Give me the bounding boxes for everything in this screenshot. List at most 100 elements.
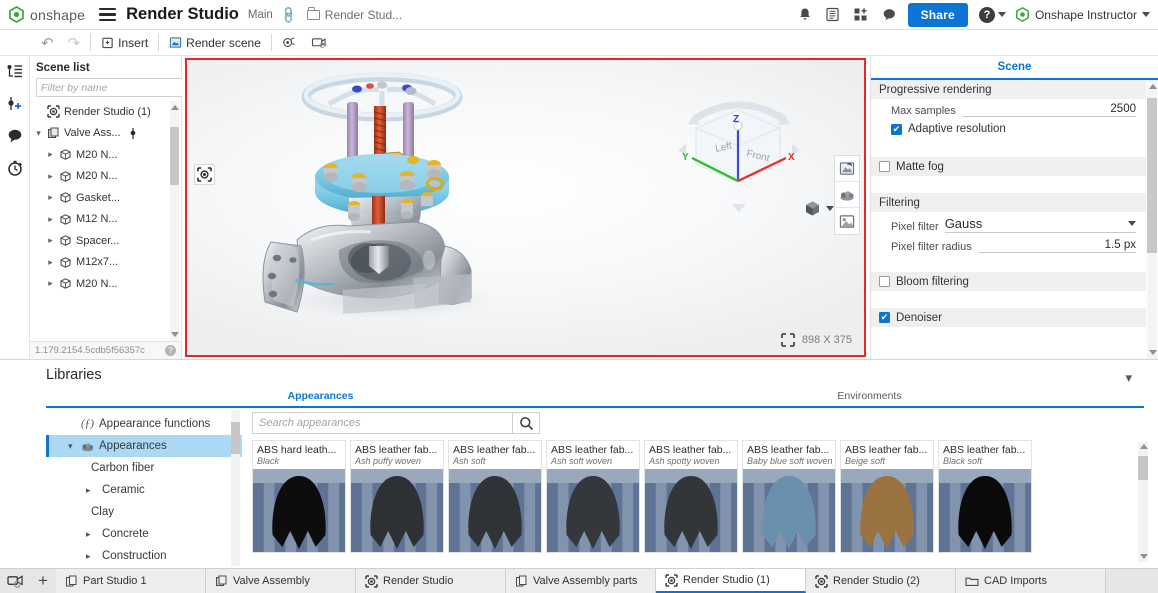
branch-label[interactable]: Main — [248, 9, 273, 21]
chevron-down-icon[interactable]: ▾ — [68, 441, 76, 452]
field-pixel-filter[interactable]: Pixel filter Gauss — [871, 212, 1146, 235]
appearance-card[interactable]: ABS leather fab... Ash puffy woven — [350, 440, 444, 553]
history-icon[interactable] — [5, 158, 25, 178]
tree-row-part[interactable]: ▸ M20 N... — [30, 144, 181, 166]
tab-render-studio[interactable]: Render Studio — [356, 569, 506, 593]
undo-button[interactable]: ↶ — [34, 30, 61, 55]
camera-button[interactable] — [275, 30, 304, 55]
tree-item-ceramic[interactable]: ▸ Ceramic — [46, 479, 242, 501]
chevron-down-icon[interactable] — [826, 206, 834, 211]
insert-button[interactable]: Insert — [94, 30, 155, 55]
scroll-up-icon[interactable] — [1139, 444, 1148, 449]
chevron-right-icon[interactable]: ▸ — [46, 257, 55, 268]
tree-row-valve-assembly[interactable]: ▾ Valve Ass... — [30, 123, 181, 145]
onshape-logo[interactable]: onshape — [8, 6, 85, 23]
chevron-right-icon[interactable]: ▸ — [86, 485, 94, 496]
chevron-right-icon[interactable]: ▸ — [86, 551, 94, 562]
tree-row-part[interactable]: ▸ M12x7... — [30, 252, 181, 274]
appearance-card[interactable]: ABS leather fab... Ash soft — [448, 440, 542, 553]
appearance-card[interactable]: ABS leather fab... Baby blue soft woven — [742, 440, 836, 553]
render-preview-button[interactable] — [835, 156, 859, 182]
chevron-down-icon[interactable]: ▾ — [1125, 370, 1132, 386]
app-store-icon[interactable] — [853, 7, 869, 22]
tab-render-studio-1[interactable]: Render Studio (1) — [656, 569, 806, 593]
user-menu[interactable]: Onshape Instructor — [1015, 7, 1150, 22]
scene-settings-scroll-thumb[interactable] — [1147, 98, 1157, 253]
appearance-card[interactable]: ABS leather fab... Ash spotty woven — [644, 440, 738, 553]
appearance-button[interactable] — [835, 182, 859, 208]
render-scene-button[interactable]: Render scene — [162, 30, 268, 55]
chevron-right-icon[interactable]: ▸ — [46, 235, 55, 246]
checkbox-adaptive-resolution[interactable]: ✔ Adaptive resolution — [871, 119, 1146, 140]
tab-appearances[interactable]: Appearances — [46, 390, 595, 406]
help-menu[interactable]: ? — [978, 6, 1006, 23]
menu-icon[interactable] — [99, 7, 117, 22]
pixel-filter-select[interactable]: Gauss — [944, 216, 1136, 233]
comments-icon[interactable] — [5, 126, 25, 146]
add-light-icon[interactable] — [5, 94, 25, 114]
render-resolution[interactable]: 898 X 375 — [780, 333, 852, 347]
light-marker-icon[interactable] — [129, 127, 137, 140]
tab-part-studio-1[interactable]: Part Studio 1 — [56, 569, 206, 593]
scene-list-icon[interactable] — [5, 62, 25, 82]
workspace-breadcrumb[interactable]: Render Stud... — [306, 7, 402, 22]
redo-button[interactable]: ↷ — [61, 30, 88, 55]
checkbox-icon[interactable]: ✔ — [879, 312, 890, 323]
appearance-card[interactable]: ABS leather fab... Ash soft woven — [546, 440, 640, 553]
render-viewport[interactable]: Left Front Z X Y 898 X 375 — [185, 58, 866, 357]
comments-icon[interactable] — [882, 7, 897, 22]
tree-row-part[interactable]: ▸ M20 N... — [30, 166, 181, 188]
tree-item-carbon-fiber[interactable]: Carbon fiber — [46, 457, 242, 479]
environment-image-button[interactable] — [835, 208, 859, 234]
tree-row-part[interactable]: ▸ Spacer... — [30, 230, 181, 252]
search-tab-button[interactable] — [0, 569, 30, 593]
group-matte-fog[interactable]: Matte fog — [871, 157, 1146, 176]
checkbox-icon[interactable] — [879, 276, 890, 287]
group-bloom-filtering[interactable]: Bloom filtering — [871, 272, 1146, 291]
tab-valve-assembly-parts[interactable]: Valve Assembly parts — [506, 569, 656, 593]
chevron-right-icon[interactable]: ▸ — [46, 192, 55, 203]
tree-item-clay[interactable]: Clay — [46, 501, 242, 523]
release-candidate-icon[interactable] — [825, 7, 840, 22]
chevron-right-icon[interactable]: ▸ — [46, 171, 55, 182]
scroll-down-icon[interactable] — [1139, 554, 1148, 559]
scroll-up-icon[interactable] — [170, 105, 179, 110]
chevron-right-icon[interactable]: ▸ — [86, 529, 94, 540]
scene-tree-scroll-thumb[interactable] — [170, 127, 179, 185]
scroll-down-icon[interactable] — [170, 332, 179, 337]
search-input[interactable] — [252, 412, 512, 434]
field-pixel-filter-radius[interactable]: Pixel filter radius 1.5 px — [871, 235, 1146, 255]
tab-valve-assembly[interactable]: Valve Assembly — [206, 569, 356, 593]
help-icon[interactable]: ? — [165, 345, 176, 356]
chevron-right-icon[interactable]: ▸ — [46, 278, 55, 289]
tree-row-render-studio[interactable]: Render Studio (1) — [30, 101, 181, 123]
field-value[interactable]: 1.5 px — [977, 239, 1136, 253]
tree-item-appearances[interactable]: ▾ Appearances — [46, 435, 242, 457]
chevron-right-icon[interactable]: ▸ — [46, 214, 55, 225]
tree-item-concrete[interactable]: ▸ Concrete — [46, 523, 242, 545]
scene-filter-input[interactable] — [36, 78, 183, 97]
chevron-down-icon[interactable]: ▾ — [34, 128, 43, 139]
tab-render-studio-2[interactable]: Render Studio (2) — [806, 569, 956, 593]
environment-button[interactable] — [304, 30, 334, 55]
tree-row-part[interactable]: ▸ M20 N... — [30, 273, 181, 295]
viewport-canvas[interactable]: Left Front Z X Y 898 X 375 — [187, 60, 864, 355]
add-tab-button[interactable]: + — [30, 569, 56, 593]
view-cube[interactable]: Left Front Z X Y — [674, 88, 804, 218]
appearance-card[interactable]: ABS leather fab... Beige soft — [840, 440, 934, 553]
field-value[interactable]: 2500 — [961, 103, 1136, 117]
notification-bell-icon[interactable] — [798, 7, 812, 22]
render-region-button[interactable] — [194, 164, 215, 185]
scroll-down-icon[interactable] — [1148, 350, 1157, 355]
tree-item-construction[interactable]: ▸ Construction — [46, 545, 242, 567]
link-icon[interactable]: 🔗 — [278, 4, 298, 24]
checkbox-icon[interactable] — [879, 161, 890, 172]
field-max-samples[interactable]: Max samples 2500 — [871, 99, 1146, 119]
display-mode-control[interactable] — [804, 200, 834, 217]
tab-cad-imports[interactable]: CAD Imports — [956, 569, 1106, 593]
category-tree-scroll-thumb[interactable] — [231, 422, 240, 454]
appearance-card[interactable]: ABS hard leath... Black — [252, 440, 346, 553]
chevron-right-icon[interactable]: ▸ — [46, 149, 55, 160]
tree-item-appearance-functions[interactable]: (ƒ) Appearance functions — [46, 413, 242, 435]
group-denoiser[interactable]: ✔ Denoiser — [871, 308, 1146, 327]
